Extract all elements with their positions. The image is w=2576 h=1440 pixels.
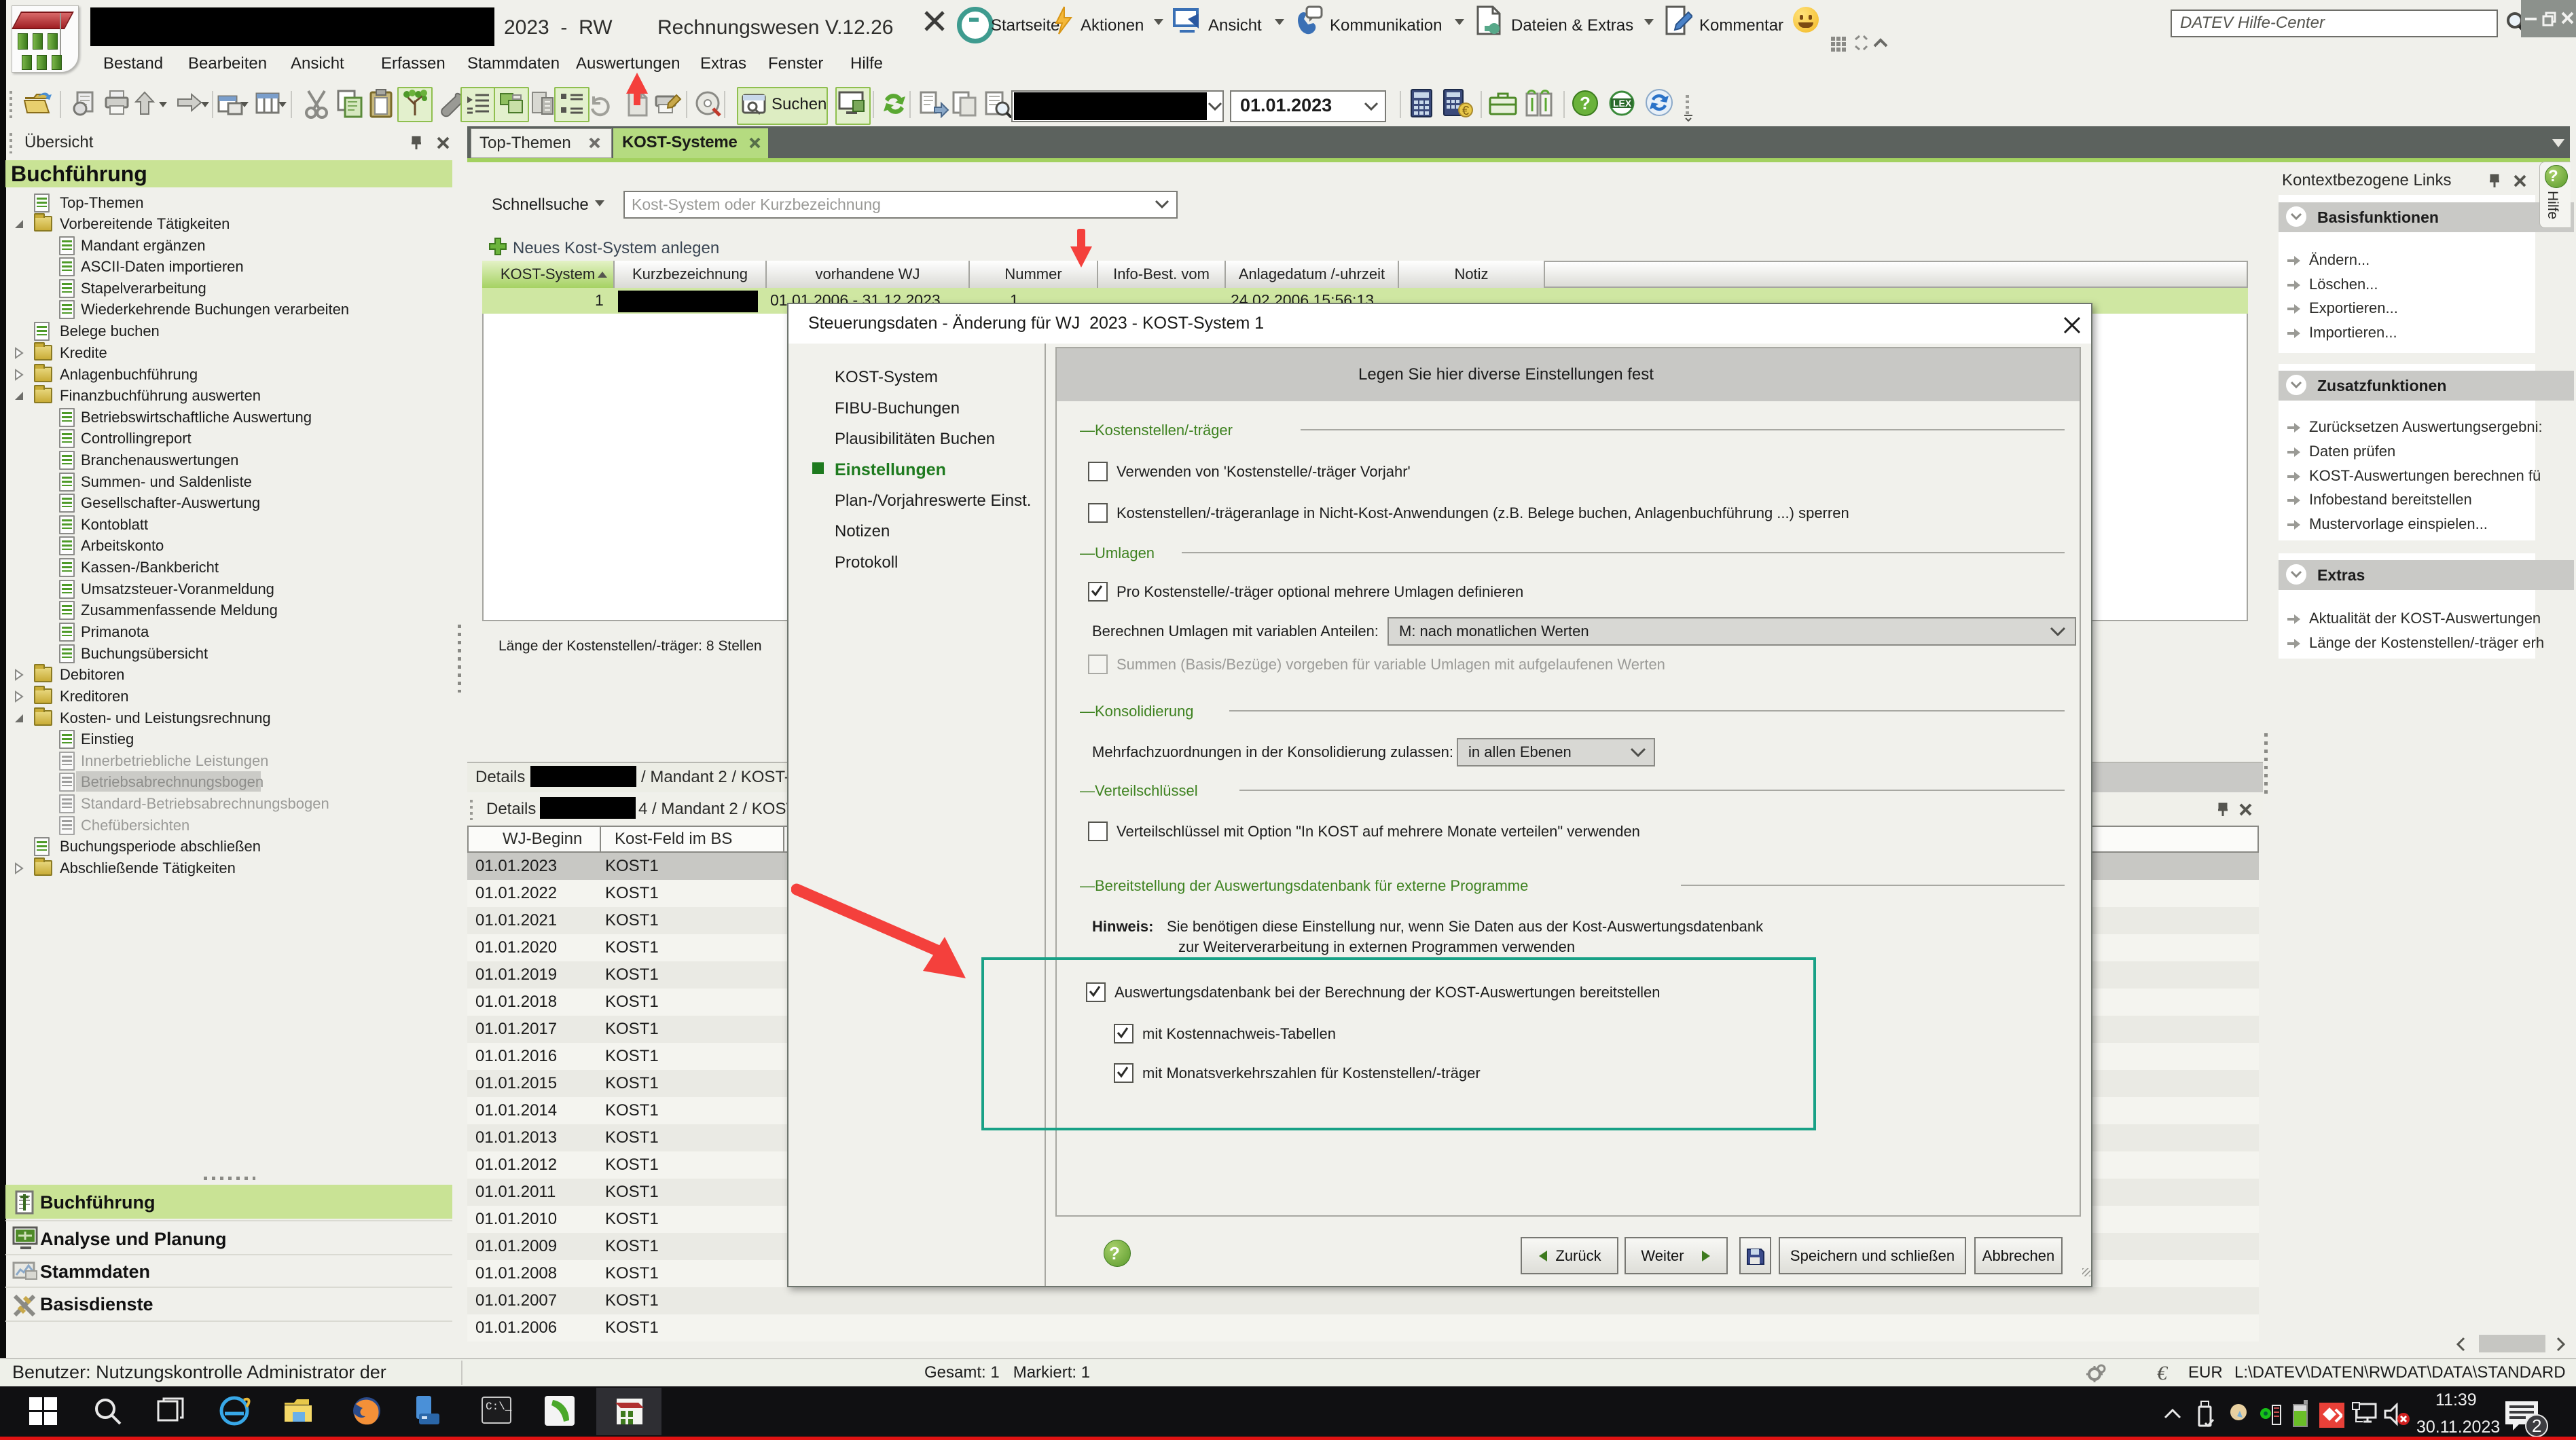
svg-text:€: € — [2157, 1363, 2169, 1384]
svg-text:LEX: LEX — [1613, 98, 1632, 109]
svg-text:C:\_: C:\_ — [486, 1401, 512, 1413]
svg-text:2: 2 — [2532, 1416, 2541, 1436]
svg-text:?: ? — [1580, 93, 1591, 113]
svg-text:€: € — [1462, 104, 1469, 117]
